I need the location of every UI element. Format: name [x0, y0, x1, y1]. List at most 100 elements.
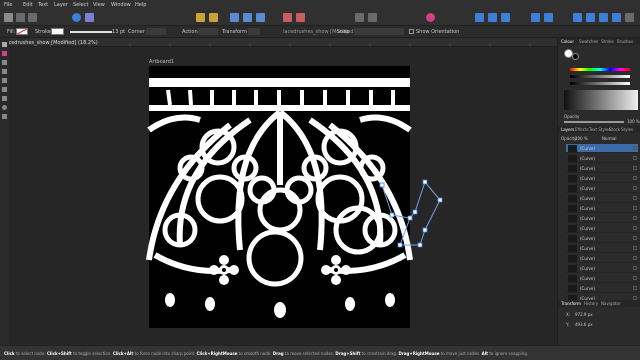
y-value[interactable]: 493.6 px: [575, 322, 593, 328]
flower-icon[interactable]: [85, 13, 94, 22]
colour-spectrum[interactable]: [564, 90, 638, 110]
node-tool-icon-side[interactable]: [2, 51, 7, 56]
brush-tool-icon[interactable]: [2, 78, 7, 83]
saturation-slider[interactable]: [570, 75, 630, 78]
secondary-colour-circle[interactable]: [572, 53, 579, 60]
layer-row[interactable]: (Curve): [566, 254, 638, 263]
corner-label: Corner: [128, 29, 145, 35]
menu-window[interactable]: Window: [111, 2, 131, 8]
persona-designer-icon[interactable]: [4, 13, 13, 22]
insert-inside-icon[interactable]: [368, 13, 377, 22]
persona-pixel-icon[interactable]: [16, 13, 25, 22]
menu-help[interactable]: Help: [135, 2, 146, 8]
ellipse-tool-icon[interactable]: [2, 105, 7, 110]
lace-artwork[interactable]: [9, 47, 557, 345]
assistant-icon[interactable]: [625, 13, 634, 22]
flip-horizontal-icon[interactable]: [573, 13, 582, 22]
rotate-icon[interactable]: [599, 13, 608, 22]
fill-tool-icon[interactable]: [2, 87, 7, 92]
arrange-icon[interactable]: [196, 13, 205, 22]
node-tool-icon[interactable]: [426, 13, 435, 22]
share-icon[interactable]: [28, 13, 37, 22]
tab-navigator[interactable]: Navigator: [601, 301, 621, 306]
tab-swatches[interactable]: Swatches: [579, 39, 598, 44]
transform-mode-button[interactable]: [248, 28, 260, 35]
move-tool-icon[interactable]: [2, 42, 7, 47]
layer-row[interactable]: (Curve): [566, 264, 638, 273]
stroke-swatch[interactable]: [51, 28, 64, 35]
show-orientation-label: Show Orientation: [416, 29, 460, 35]
fill-label: Fill:: [7, 29, 16, 35]
corner-buttons[interactable]: [146, 28, 166, 35]
insert-target-icon[interactable]: [355, 13, 364, 22]
layer-row[interactable]: (Curve): [566, 164, 638, 173]
x-value[interactable]: 972.9 px: [575, 312, 593, 318]
boolean-intersect-icon[interactable]: [501, 13, 510, 22]
boolean-add-icon[interactable]: [475, 13, 484, 22]
layer-row-selected[interactable]: (Curve): [566, 144, 638, 153]
text-tool-icon[interactable]: [2, 114, 7, 119]
lightness-slider[interactable]: [570, 82, 630, 85]
rectangle-tool-icon[interactable]: [2, 96, 7, 101]
opacity-slider[interactable]: [564, 121, 624, 123]
menu-text[interactable]: Text: [38, 2, 48, 8]
layer-row[interactable]: (Curve): [566, 204, 638, 213]
tab-styles[interactable]: Styles: [621, 127, 633, 132]
rotate-ccw-icon[interactable]: [612, 13, 621, 22]
boolean-divide-icon[interactable]: [544, 13, 553, 22]
pen-tool-icon[interactable]: [2, 60, 7, 65]
transform-tabs: Transform History Navigator: [558, 300, 640, 307]
action-buttons[interactable]: [198, 28, 218, 35]
tab-effects[interactable]: Effects: [575, 127, 589, 132]
blend-mode-select[interactable]: Normal: [602, 136, 616, 142]
hue-slider[interactable]: [570, 68, 630, 71]
tab-colour[interactable]: Colour: [561, 39, 574, 44]
layer-row[interactable]: (Curve): [566, 194, 638, 203]
show-orientation-checkbox[interactable]: [409, 29, 414, 34]
no-fill-icon: [17, 29, 27, 34]
align-right-icon[interactable]: [256, 13, 265, 22]
canvas-area[interactable]: Artboard1: [9, 47, 557, 345]
boolean-xor-icon[interactable]: [531, 13, 540, 22]
menu-layer[interactable]: Layer: [54, 2, 68, 8]
arrange-back-icon[interactable]: [209, 13, 218, 22]
opacity-value[interactable]: 100 %: [627, 119, 640, 125]
fill-swatch[interactable]: [16, 28, 28, 35]
boolean-subtract-icon[interactable]: [488, 13, 497, 22]
layer-row[interactable]: (Curve): [566, 154, 638, 163]
gear-icon[interactable]: [72, 13, 81, 22]
layer-row[interactable]: (Curve): [566, 174, 638, 183]
tab-transform[interactable]: Transform: [561, 301, 581, 306]
flip-vertical-icon[interactable]: [586, 13, 595, 22]
layer-row[interactable]: (Curve): [566, 214, 638, 223]
opacity-label: Opacity: [564, 114, 580, 119]
snap-label: Snap: [337, 29, 350, 35]
right-panel: Colour Swatches Stroke Brushes Opacity 1…: [557, 38, 640, 345]
layer-opacity-value[interactable]: 100 %: [575, 136, 588, 142]
menu-edit[interactable]: Edit: [23, 2, 33, 8]
layer-row[interactable]: (Curve): [566, 234, 638, 243]
menu-file[interactable]: File: [4, 2, 12, 8]
align-icon[interactable]: [230, 13, 239, 22]
document-tab-bar: lacedrushes_show [Modified] (18.2%): [0, 38, 557, 47]
layer-row[interactable]: (Curve): [566, 244, 638, 253]
tab-stock[interactable]: Stock: [609, 127, 620, 132]
tab-brushes[interactable]: Brushes: [617, 39, 633, 44]
layer-row[interactable]: (Curve): [566, 184, 638, 193]
align-center-icon[interactable]: [243, 13, 252, 22]
snapping-icon[interactable]: [283, 13, 292, 22]
tab-layers[interactable]: Layers: [561, 127, 574, 132]
snap-buttons[interactable]: [354, 28, 404, 35]
layer-row[interactable]: (Curve): [566, 224, 638, 233]
tab-text-styles[interactable]: Text Styles: [589, 127, 611, 132]
tab-history[interactable]: History: [584, 301, 598, 306]
stroke-width-slider[interactable]: [70, 31, 112, 33]
layer-row[interactable]: (Curve): [566, 274, 638, 283]
pencil-tool-icon[interactable]: [2, 69, 7, 74]
layer-row[interactable]: (Curve): [566, 284, 638, 293]
menu-select[interactable]: Select: [73, 2, 88, 8]
menu-view[interactable]: View: [93, 2, 105, 8]
snapping-options-icon[interactable]: [296, 13, 305, 22]
stroke-width-value[interactable]: 13 pt: [112, 29, 125, 35]
tab-stroke[interactable]: Stroke: [601, 39, 614, 44]
